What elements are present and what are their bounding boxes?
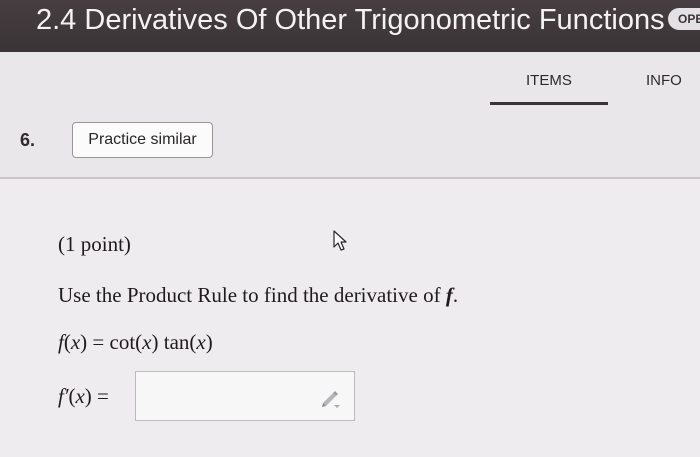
- instruction-variable: f: [445, 283, 453, 307]
- tan-arg: x: [196, 330, 206, 354]
- function-name: f: [58, 330, 64, 354]
- practice-similar-button[interactable]: Practice similar: [72, 122, 213, 158]
- tab-items[interactable]: ITEMS: [526, 72, 572, 89]
- derivative-label: f′(x) =: [58, 384, 109, 408]
- tab-info[interactable]: INFO: [646, 72, 682, 89]
- instruction-end: .: [452, 283, 459, 307]
- instruction-text: Use the Product Rule to find the derivat…: [58, 283, 446, 307]
- function-arg: x: [70, 330, 81, 354]
- derivative-arg: x: [75, 384, 85, 408]
- question-instruction: Use the Product Rule to find the derivat…: [58, 283, 458, 308]
- tan-function: tan: [163, 330, 190, 354]
- mouse-cursor-icon: [333, 230, 347, 251]
- pencil-icon[interactable]: [320, 388, 342, 408]
- page-title: 2.4 Derivatives Of Other Trigonometric F…: [36, 4, 665, 36]
- cot-arg: x: [142, 330, 152, 354]
- active-tab-indicator: [490, 102, 608, 105]
- question-number: 6.: [20, 130, 36, 150]
- page-header: 2.4 Derivatives Of Other Trigonometric F…: [0, 0, 700, 52]
- question-points: (1 point): [58, 232, 131, 256]
- function-definition: f(x) = cot(x) tan(x): [58, 330, 213, 354]
- open-button[interactable]: OPEN: [668, 8, 700, 30]
- cot-function: cot: [109, 330, 136, 354]
- derivative-name: f′: [58, 384, 69, 408]
